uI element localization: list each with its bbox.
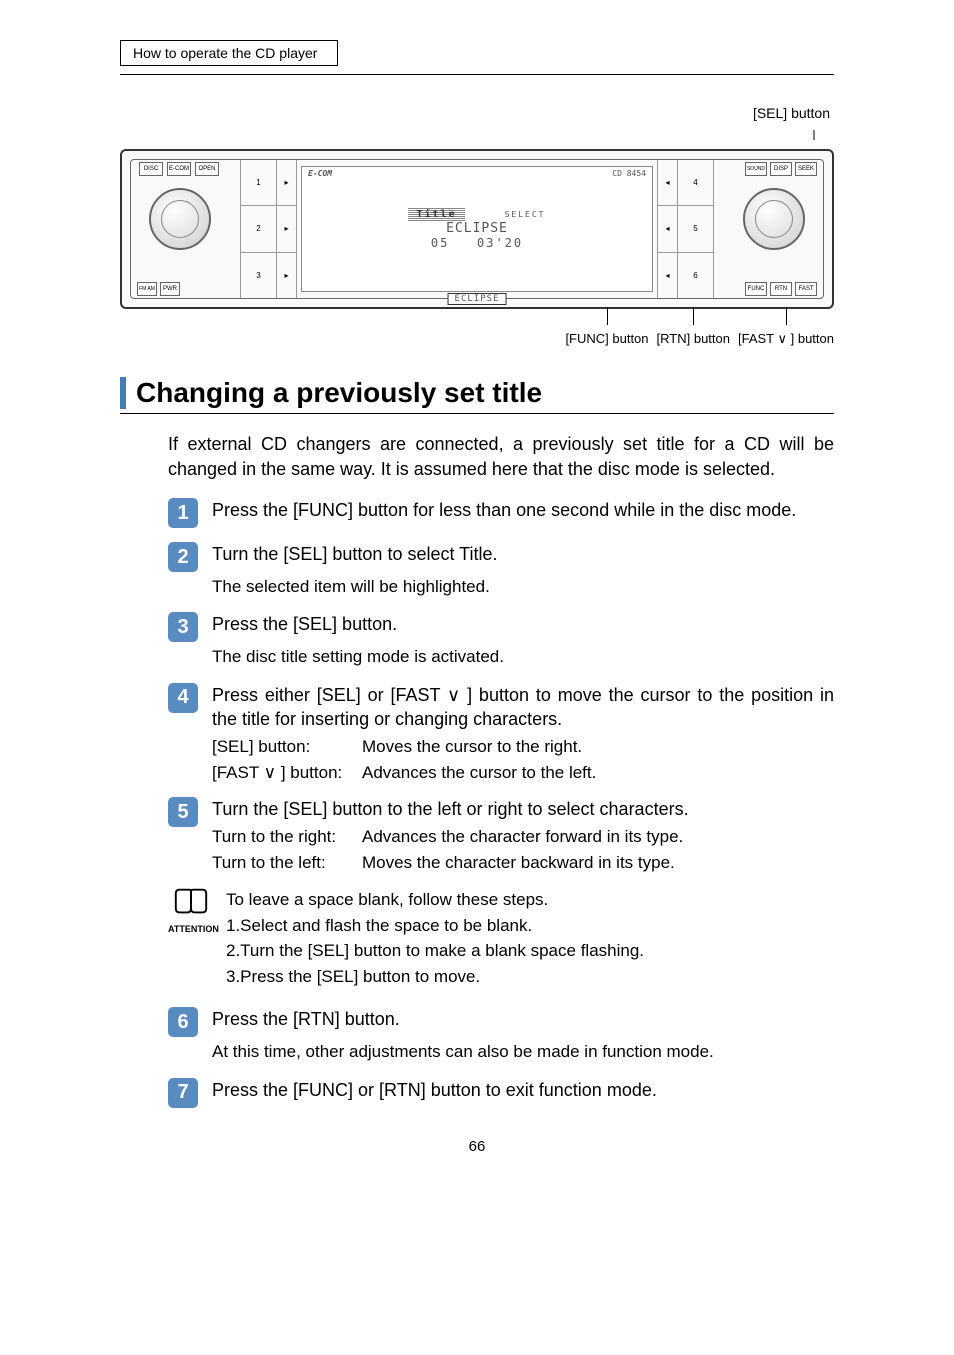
screen-time: 03'20 [477,236,523,250]
open-button: OPEN [195,162,219,176]
screen-artist: ECLIPSE [446,221,508,236]
step-number-6: 6 [168,1007,198,1037]
attention-line-2: 2.Turn the [SEL] button to make a blank … [226,938,834,964]
pwr-button: PWR [160,282,180,296]
ecom-button: E-COM [167,162,191,176]
callout-sel-button: [SEL] button [120,105,834,121]
step-5-sub-0-label: Turn to the right: [212,827,362,847]
step-7-title: Press the [FUNC] or [RTN] button to exit… [212,1078,834,1102]
step-5-title: Turn the [SEL] button to the left or rig… [212,797,834,821]
step-4-sub-0-label: [SEL] button: [212,737,362,757]
step-3-note: The disc title setting mode is activated… [212,645,834,669]
back-icon-1: ◂ [658,160,677,206]
step-6-title: Press the [RTN] button. [212,1007,834,1031]
fm-am-button: FM AM [137,282,157,296]
step-4-title: Press either [SEL] or [FAST ∨ ] button t… [212,683,834,732]
attention-line-1: 1.Select and flash the space to be blank… [226,913,834,939]
step-number-2: 2 [168,542,198,572]
step-2-note: The selected item will be highlighted. [212,575,834,599]
step-5-sub-0-text: Advances the character forward in its ty… [362,827,683,847]
section-accent-bar [120,377,126,409]
step-6-note: At this time, other adjustments can also… [212,1040,834,1064]
header-divider [120,74,834,75]
step-1-title: Press the [FUNC] button for less than on… [212,498,834,522]
step-number-4: 4 [168,683,198,713]
play-icon-1: ▸ [277,160,296,206]
step-number-1: 1 [168,498,198,528]
seek-button: SEEK [795,162,817,176]
sel-knob [743,188,805,250]
callout-line [120,127,834,145]
sound-button: SOUND [745,162,767,176]
play-icon-3: ▸ [277,253,296,298]
attention-icon: ATTENTION [168,887,214,934]
step-5-sub-1-text: Moves the character backward in its type… [362,853,675,873]
screen-model: CD 8454 [612,169,646,178]
screen-title-text: Title [408,208,464,221]
callout-fast: [FAST ∨ ] button [738,317,834,347]
preset-2: 2 [241,206,276,252]
func-button: FUNC [745,282,767,296]
intro-text: If external CD changers are connected, a… [168,432,834,482]
disc-button: DISC [139,162,163,176]
preset-3: 3 [241,253,276,298]
step-4-sub-0-text: Moves the cursor to the right. [362,737,582,757]
back-icon-3: ◂ [658,253,677,298]
screen-search: SELECT [505,210,546,219]
step-number-5: 5 [168,797,198,827]
play-icon-2: ▸ [277,206,296,252]
volume-knob [149,188,211,250]
step-4-sub-1-text: Advances the cursor to the left. [362,763,596,783]
attention-line-3: 3.Press the [SEL] button to move. [226,964,834,990]
callout-func: [FUNC] button [565,317,648,347]
back-icon-2: ◂ [658,206,677,252]
step-3-title: Press the [SEL] button. [212,612,834,636]
preset-5: 5 [678,206,713,252]
preset-4: 4 [678,160,713,206]
step-5-sub-1-label: Turn to the left: [212,853,362,873]
screen-track: 05 [431,236,449,250]
screen-brand: E-COM [308,169,332,178]
section-title: Changing a previously set title [136,377,542,409]
screen-eclipse-label: ECLIPSE [448,293,507,305]
step-4-sub-1-label: [FAST ∨ ] button: [212,763,362,783]
device-diagram: DISC E-COM OPEN FM AM PWR 1 2 3 ▸ [120,149,834,309]
fast-button: FAST [795,282,817,296]
device-screen: E-COM CD 8454 Title SELECT ECLIPSE 05 03… [301,166,653,292]
preset-1: 1 [241,160,276,206]
attention-label: ATTENTION [168,924,214,934]
step-number-3: 3 [168,612,198,642]
callout-rtn: [RTN] button [657,317,730,347]
breadcrumb: How to operate the CD player [120,40,338,66]
step-number-7: 7 [168,1078,198,1108]
attention-line-0: To leave a space blank, follow these ste… [226,887,834,913]
rtn-button: RTN [770,282,792,296]
step-2-title: Turn the [SEL] button to select Title. [212,542,834,566]
preset-6: 6 [678,253,713,298]
page-number: 66 [120,1138,834,1155]
disp-button: DISP [770,162,792,176]
